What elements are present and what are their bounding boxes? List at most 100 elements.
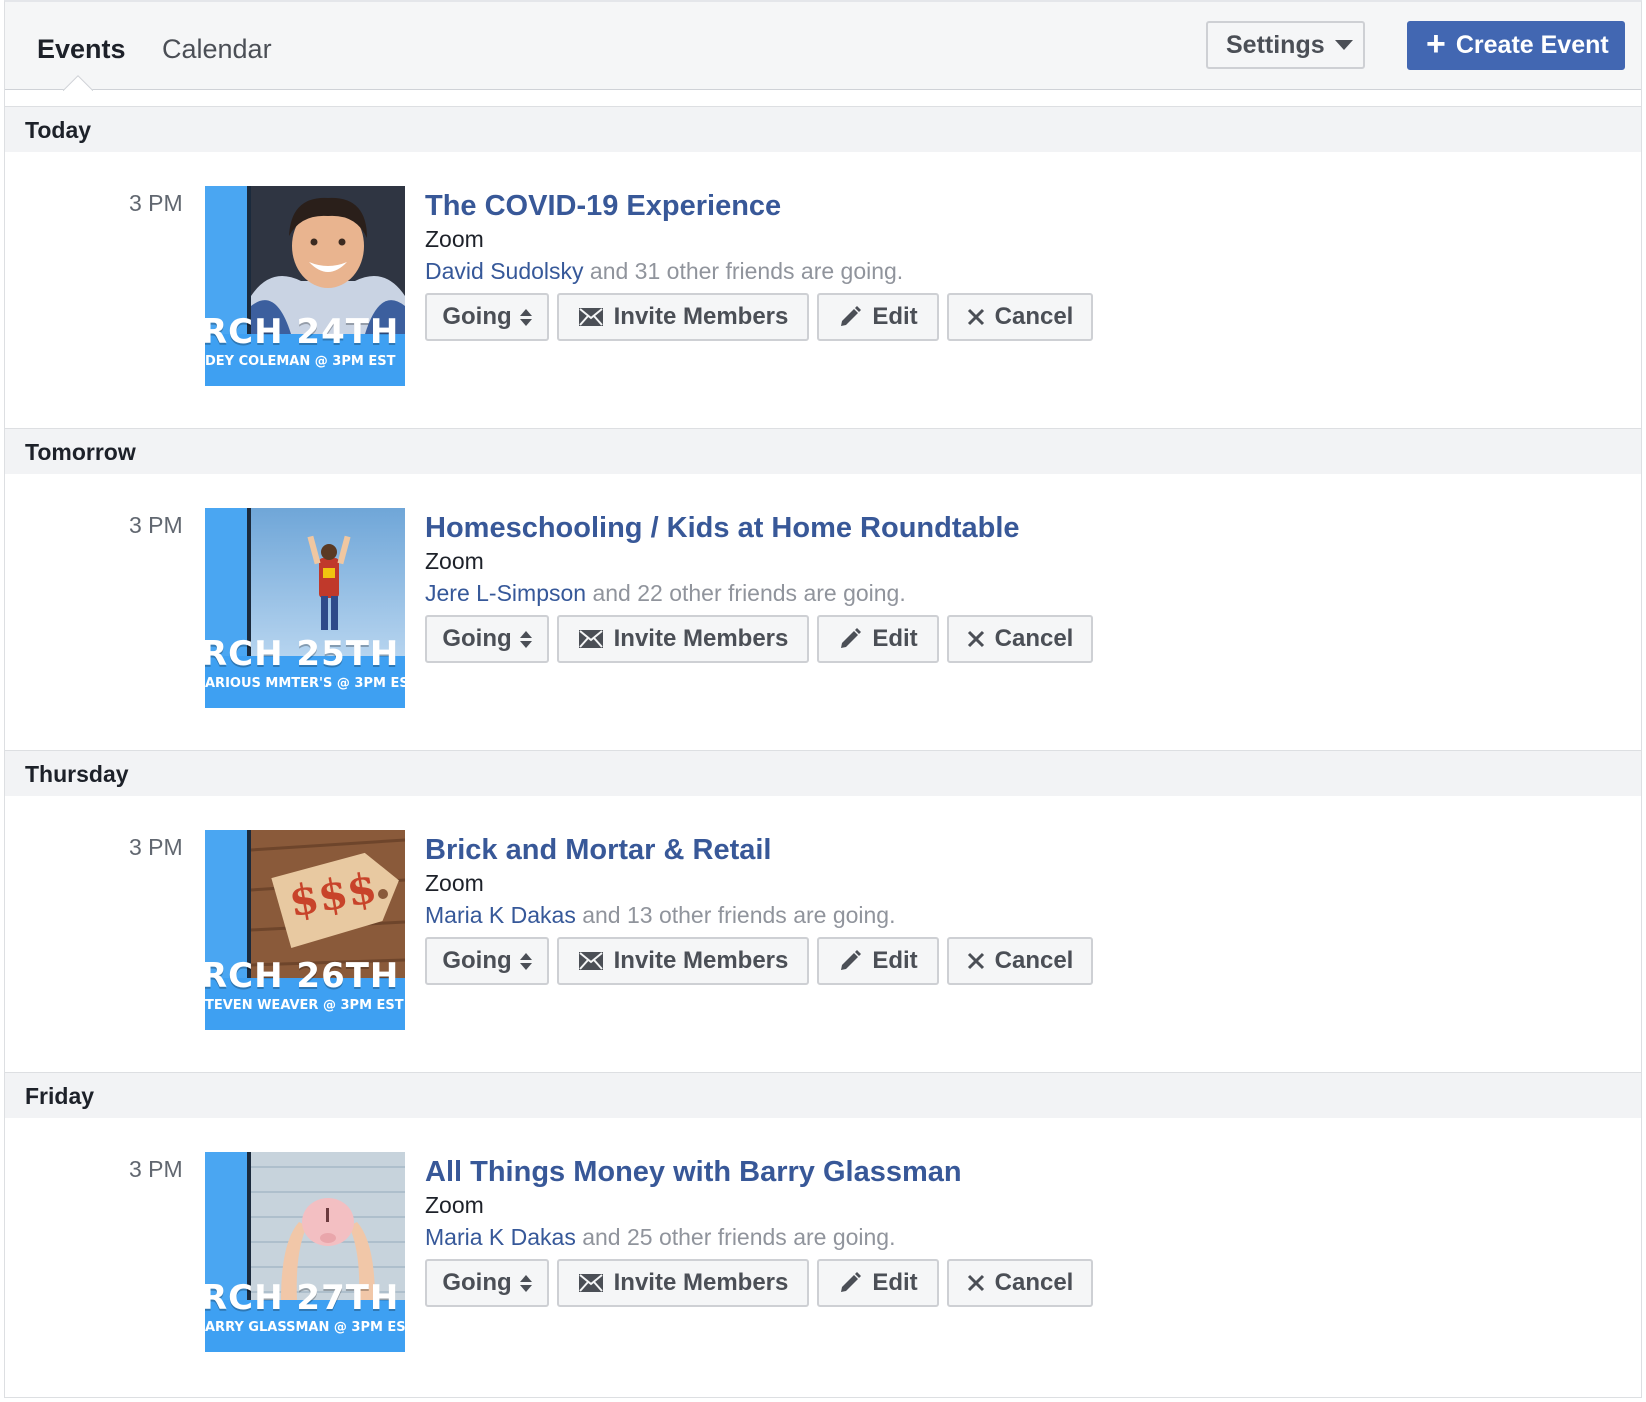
event-title-link[interactable]: The COVID-19 Experience [425,190,781,223]
day-header: Thursday [5,750,1641,796]
create-event-button[interactable]: + Create Event [1407,21,1625,70]
going-dropdown[interactable]: Going [425,1259,549,1307]
invite-members-label: Invite Members [613,947,789,974]
friend-name-link[interactable]: David Sudolsky [425,258,584,284]
thumbnail-date: RCH 24TH [205,312,400,352]
invite-members-label: Invite Members [613,625,789,652]
sort-updown-icon [519,952,532,970]
day-section-thursday: Thursday 3 PM $$$ RCH 26TH TEVEN WEAVER … [5,750,1641,1057]
edit-button[interactable]: Edit [817,1259,939,1307]
cancel-label: Cancel [994,1269,1074,1296]
day-header: Tomorrow [5,428,1641,474]
going-label: Going [442,625,512,652]
event-location: Zoom [425,1192,484,1218]
friend-name-link[interactable]: Jere L-Simpson [425,580,586,606]
edit-label: Edit [872,303,918,330]
event-title-link[interactable]: Brick and Mortar & Retail [425,834,771,867]
thumbnail-caption: DEY COLEMAN @ 3PM EST [205,354,396,369]
sort-updown-icon [519,308,532,326]
caret-down-icon [1334,40,1353,50]
events-panel: Events Calendar Settings + Create Event … [4,0,1642,1398]
event-thumbnail[interactable]: RCH 24TH DEY COLEMAN @ 3PM EST [205,186,405,386]
envelope-icon [578,308,603,326]
day-section-today: Today 3 PM RCH 24TH DEY COLEMAN @ 3PM ES… [5,106,1641,413]
friend-name-link[interactable]: Maria K Dakas [425,1224,576,1250]
cancel-button[interactable]: Cancel [947,1259,1093,1307]
day-header: Today [5,106,1641,152]
day-header: Friday [5,1072,1641,1118]
event-time: 3 PM [129,512,183,538]
tab-events[interactable]: Events [37,32,126,66]
sort-updown-icon [519,630,532,648]
invite-members-button[interactable]: Invite Members [557,937,809,985]
event-time: 3 PM [129,190,183,216]
event-time: 3 PM [129,834,183,860]
going-label: Going [442,1269,512,1296]
close-icon [967,952,984,970]
envelope-icon [578,630,603,648]
thumbnail-caption: TEVEN WEAVER @ 3PM EST [205,998,404,1013]
friends-going-text: and 25 other friends are going. [575,1224,896,1250]
thumbnail-date: RCH 27TH [205,1278,400,1318]
edit-label: Edit [872,625,918,652]
event-thumbnail[interactable]: RCH 25TH ARIOUS MMTER'S @ 3PM ES [205,508,405,708]
friend-name-link[interactable]: Maria K Dakas [425,902,576,928]
event-friends-going: Maria K Dakas and 13 other friends are g… [425,902,896,929]
event-title-link[interactable]: Homeschooling / Kids at Home Roundtable [425,512,1020,545]
active-tab-caret-icon [63,74,93,91]
pencil-icon [841,950,862,970]
settings-label: Settings [1226,30,1325,59]
cancel-label: Cancel [994,303,1074,330]
thumbnail-caption: ARIOUS MMTER'S @ 3PM ES [205,676,405,691]
cancel-button[interactable]: Cancel [947,937,1093,985]
edit-button[interactable]: Edit [817,615,939,663]
invite-members-button[interactable]: Invite Members [557,615,809,663]
edit-label: Edit [872,1269,918,1296]
cancel-button[interactable]: Cancel [947,293,1093,341]
friends-going-text: and 31 other friends are going. [583,258,904,284]
thumbnail-date: RCH 25TH [205,634,400,674]
event-location: Zoom [425,548,484,574]
going-dropdown[interactable]: Going [425,937,549,985]
going-label: Going [442,947,512,974]
event-location: Zoom [425,870,484,896]
event-friends-going: Maria K Dakas and 25 other friends are g… [425,1224,896,1251]
event-title-link[interactable]: All Things Money with Barry Glassman [425,1156,962,1189]
invite-members-button[interactable]: Invite Members [557,293,809,341]
tab-calendar[interactable]: Calendar [162,32,272,66]
edit-label: Edit [872,947,918,974]
event-time: 3 PM [129,1156,183,1182]
pencil-icon [841,306,862,326]
envelope-icon [578,952,603,970]
invite-members-button[interactable]: Invite Members [557,1259,809,1307]
pencil-icon [841,1272,862,1292]
edit-button[interactable]: Edit [817,937,939,985]
thumbnail-caption: ARRY GLASSMAN @ 3PM ES [205,1320,405,1335]
thumbnail-date: RCH 26TH [205,956,400,996]
top-bar: Events Calendar Settings + Create Event [5,2,1641,90]
invite-members-label: Invite Members [613,303,789,330]
close-icon [967,1274,984,1292]
close-icon [967,630,984,648]
event-friends-going: David Sudolsky and 31 other friends are … [425,258,903,285]
edit-button[interactable]: Edit [817,293,939,341]
cancel-label: Cancel [994,947,1074,974]
settings-button[interactable]: Settings [1206,21,1365,69]
day-section-friday: Friday 3 PM RCH 27TH ARRY GLASSMAN @ 3PM… [5,1072,1641,1392]
day-section-tomorrow: Tomorrow 3 PM RCH 25TH ARIOUS MMTER'S @ … [5,428,1641,735]
invite-members-label: Invite Members [613,1269,789,1296]
event-friends-going: Jere L-Simpson and 22 other friends are … [425,580,906,607]
going-dropdown[interactable]: Going [425,293,549,341]
create-event-label: Create Event [1455,31,1609,59]
event-location: Zoom [425,226,484,252]
cancel-label: Cancel [994,625,1074,652]
event-thumbnail[interactable]: $$$ RCH 26TH TEVEN WEAVER @ 3PM EST [205,830,405,1030]
close-icon [967,308,984,326]
event-thumbnail[interactable]: RCH 27TH ARRY GLASSMAN @ 3PM ES [205,1152,405,1352]
envelope-icon [578,1274,603,1292]
going-dropdown[interactable]: Going [425,615,549,663]
pencil-icon [841,628,862,648]
friends-going-text: and 13 other friends are going. [575,902,896,928]
cancel-button[interactable]: Cancel [947,615,1093,663]
plus-icon: + [1426,25,1446,63]
